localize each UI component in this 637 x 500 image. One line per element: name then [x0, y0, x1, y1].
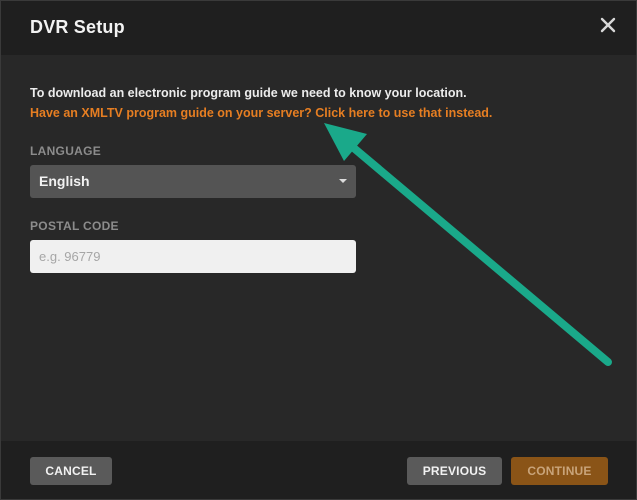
postal-code-input[interactable] [30, 240, 356, 273]
previous-button[interactable]: PREVIOUS [407, 457, 502, 485]
dialog-title: DVR Setup [30, 17, 125, 37]
xmltv-guide-link[interactable]: Have an XMLTV program guide on your serv… [30, 106, 492, 120]
close-icon[interactable] [600, 17, 616, 33]
close-x-icon [600, 17, 616, 33]
language-label: LANGUAGE [30, 144, 102, 158]
language-select[interactable]: English [30, 165, 356, 198]
dialog-header: DVR Setup [1, 1, 636, 55]
continue-button[interactable]: CONTINUE [511, 457, 608, 485]
intro-text: To download an electronic program guide … [30, 86, 467, 100]
dialog-body: To download an electronic program guide … [1, 55, 636, 441]
postal-code-label: POSTAL CODE [30, 219, 119, 233]
cancel-button[interactable]: CANCEL [30, 457, 112, 485]
language-selected-value: English [39, 173, 90, 189]
dvr-setup-dialog: DVR Setup To download an electronic prog… [0, 0, 637, 500]
dialog-footer: CANCEL PREVIOUS CONTINUE [1, 441, 636, 499]
dropdown-caret-icon [339, 179, 347, 183]
